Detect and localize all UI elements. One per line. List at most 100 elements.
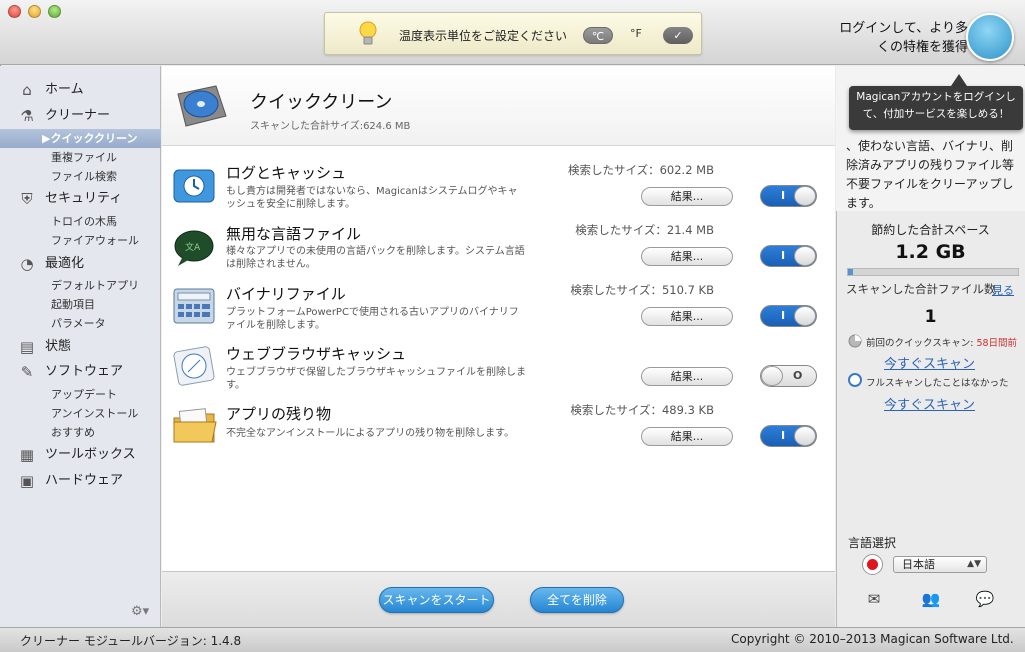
item-toggle[interactable]: I	[760, 245, 817, 267]
login-prompt[interactable]: ログインして、より多くの特権を獲得	[828, 19, 968, 57]
item-title: ウェブブラウザキャッシュ	[226, 345, 407, 363]
item-desc: プラットフォームPowerPCで使用される古いアプリのバイナリファイルを削除しま…	[226, 307, 519, 331]
sidebar-item-status[interactable]: ▤ 状態	[0, 337, 161, 357]
sidebar-item-toolbox[interactable]: ▦ ツールボックス	[0, 445, 161, 465]
item-size: 検索したサイズ：21.4 MB	[575, 223, 714, 237]
start-scan-button[interactable]: スキャンをスタート	[379, 587, 494, 613]
result-button[interactable]: 結果...	[641, 427, 733, 446]
hardware-icon: ▣	[19, 472, 35, 490]
scan-now-link-2[interactable]: 今すぐスキャン	[884, 394, 975, 413]
sidebar-item-parameters[interactable]: パラメータ	[0, 314, 161, 333]
page-title: クイッククリーン	[250, 92, 393, 113]
log-cache-icon	[173, 169, 215, 203]
item-size: 検索したサイズ：510.7 KB	[570, 283, 714, 297]
avatar[interactable]	[966, 13, 1014, 61]
app-leftovers-icon	[173, 408, 217, 443]
select-arrows-icon: ▲▼	[967, 559, 981, 569]
item-title: 無用な言語ファイル	[226, 225, 362, 243]
sidebar-item-quick-clean[interactable]: ▶クイッククリーン	[0, 129, 161, 148]
saved-space-label: 節約した合計スペース	[871, 223, 990, 237]
fahrenheit-button[interactable]: °F	[630, 27, 642, 40]
sidebar-item-file-search[interactable]: ファイル検索	[0, 167, 161, 186]
full-scan-status: フルスキャンしたことはなかった	[866, 378, 1009, 389]
item-title: バイナリファイル	[226, 285, 346, 303]
item-title: アプリの残り物	[226, 405, 332, 423]
wrench-icon: ✎	[20, 363, 34, 381]
toggle-mark: I	[781, 429, 786, 442]
scan-now-link[interactable]: 今すぐスキャン	[884, 353, 975, 372]
confirm-unit-button[interactable]: ✓	[663, 27, 693, 44]
browser-cache-icon	[173, 346, 215, 386]
toggle-mark: O	[793, 369, 803, 382]
sidebar-item-default-apps[interactable]: デフォルトアプリ	[0, 276, 161, 295]
minimize-window-button[interactable]	[28, 5, 41, 18]
module-version: クリーナー モジュールバージョン: 1.4.8	[20, 634, 242, 648]
result-button[interactable]: 結果...	[641, 187, 733, 206]
copyright: Copyright © 2010–2013 Magican Software L…	[731, 632, 1014, 646]
saved-space-bar-fill	[848, 269, 854, 275]
sidebar-item-duplicate-files[interactable]: 重複ファイル	[0, 148, 161, 167]
scanned-files-value: 1	[924, 307, 937, 327]
result-button[interactable]: 結果...	[641, 367, 733, 386]
toggle-knob	[794, 246, 816, 266]
shield-icon: ⛨	[21, 190, 33, 208]
item-desc: 不完全なアンインストールによるアプリの残り物を削除します。	[226, 428, 515, 439]
item-desc: 様々なアプリでの未使用の言語パックを削除します。システム言語は削除されません。	[226, 246, 525, 270]
login-tooltip: Magicanアカウントをログインして、付加サービスを楽しめる！	[849, 86, 1023, 130]
sidebar-item-startup[interactable]: 起動項目	[0, 295, 161, 314]
chat-icon[interactable]: 💬	[974, 590, 996, 608]
sidebar-item-optimize[interactable]: ◔ 最適化	[0, 254, 161, 274]
item-desc: ウェブブラウザで保留したブラウザキャッシュファイルを削除します。	[226, 367, 526, 391]
japan-flag-icon	[862, 554, 883, 575]
toggle-mark: I	[781, 249, 786, 262]
item-toggle[interactable]: O	[760, 365, 817, 387]
scanned-files-label: スキャンした合計ファイル数	[846, 282, 996, 296]
result-button[interactable]: 結果...	[641, 307, 733, 326]
item-size: 検索したサイズ：602.2 MB	[567, 163, 714, 177]
view-scanned-link[interactable]: 見る	[992, 282, 1014, 298]
sidebar-item-recommended[interactable]: おすすめ	[0, 423, 161, 442]
item-toggle[interactable]: I	[760, 425, 817, 447]
sidebar-item-cleaner[interactable]: ⚗ クリーナー	[0, 106, 161, 126]
saved-space-value: 1.2 GB	[895, 241, 966, 263]
toggle-knob	[794, 186, 816, 206]
toggle-knob	[794, 426, 816, 446]
chart-icon: ▤	[19, 338, 35, 356]
sidebar-item-security[interactable]: ⛨ セキュリティ	[0, 189, 161, 209]
svg-text:文A: 文A	[185, 241, 201, 253]
mail-icon[interactable]: ✉	[863, 590, 885, 608]
sidebar-item-trojan[interactable]: トロイの木馬	[0, 212, 161, 231]
flask-icon: ⚗	[20, 107, 34, 125]
full-scan-icon	[848, 373, 862, 387]
celsius-button[interactable]: ℃	[583, 27, 613, 44]
result-button[interactable]: 結果...	[641, 247, 733, 266]
item-toggle[interactable]: I	[760, 185, 817, 207]
sidebar-item-software[interactable]: ✎ ソフトウェア	[0, 362, 161, 382]
gauge-icon: ◔	[20, 255, 34, 273]
item-toggle[interactable]: I	[760, 305, 817, 327]
item-desc: もし貴方は開発者ではないなら、Magicanはシステムログやキャッシュを安全に削…	[226, 186, 518, 210]
tooltip-arrow	[951, 74, 967, 86]
toggle-knob	[794, 306, 816, 326]
clock-pie-icon	[848, 334, 862, 348]
module-description: 、使わない言語、バイナリ、削除済みアプリの残りファイル等不要ファイルをクリーアッ…	[846, 139, 1015, 210]
zoom-window-button[interactable]	[48, 5, 61, 18]
sidebar-item-uninstall[interactable]: アンインストール	[0, 404, 161, 423]
users-icon[interactable]: 👥	[920, 590, 942, 608]
close-window-button[interactable]	[8, 5, 21, 18]
delete-all-button[interactable]: 全てを削除	[530, 587, 624, 613]
sidebar-item-update[interactable]: アップデート	[0, 385, 161, 404]
sidebar-item-firewall[interactable]: ファイアウォール	[0, 231, 161, 250]
action-bar	[162, 571, 835, 627]
gear-icon[interactable]: ⚙▾	[131, 604, 149, 619]
language-select[interactable]: 日本語 ▲▼	[893, 556, 987, 573]
toggle-knob	[761, 366, 783, 386]
item-title: ログとキャッシュ	[226, 164, 347, 182]
sidebar-item-hardware[interactable]: ▣ ハードウェア	[0, 471, 161, 491]
last-quick-scan: 前回のクイックスキャン: 58日間前	[866, 338, 1018, 349]
sidebar-item-home[interactable]: ⌂ ホーム	[0, 80, 161, 100]
quick-clean-disc-icon	[177, 85, 227, 127]
saved-space-bar	[847, 268, 1019, 276]
item-size: 検索したサイズ：489.3 KB	[570, 403, 714, 417]
home-icon: ⌂	[22, 81, 32, 99]
